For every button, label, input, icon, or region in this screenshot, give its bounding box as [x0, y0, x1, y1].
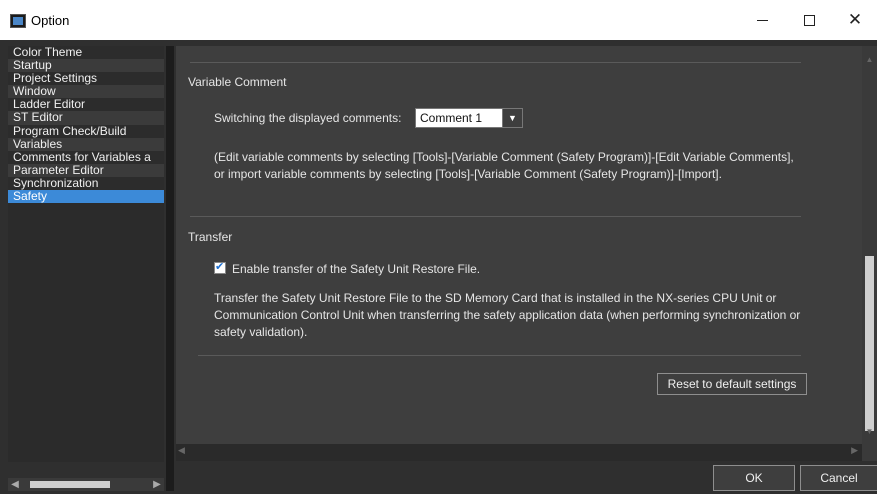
close-button[interactable]: ✕ [832, 0, 877, 40]
sidebar-item-ladder-editor[interactable]: Ladder Editor [8, 98, 164, 112]
scroll-up-icon[interactable]: ▲ [862, 54, 877, 66]
comment-select-value[interactable]: Comment 1 [416, 109, 502, 127]
ok-button[interactable]: OK [713, 465, 795, 491]
switch-comments-label: Switching the displayed comments: [214, 111, 402, 125]
maximize-icon [803, 14, 815, 26]
sidebar-horizontal-scrollbar[interactable]: ◀ ▶ [8, 478, 164, 491]
sidebar-item-program-check-build[interactable]: Program Check/Build [8, 124, 164, 138]
close-icon: ✕ [847, 10, 863, 30]
divider [190, 62, 801, 63]
window-title: Option [31, 13, 70, 28]
divider [190, 216, 801, 217]
minimize-button[interactable] [739, 0, 785, 40]
sidebar-item-window[interactable]: Window [8, 85, 164, 99]
transfer-description: Transfer the Safety Unit Restore File to… [214, 291, 801, 339]
title-bar: Option ✕ [0, 0, 877, 40]
divider [198, 355, 801, 356]
scroll-left-icon[interactable]: ◀ [8, 478, 22, 491]
scroll-down-icon[interactable]: ▼ [862, 426, 877, 438]
option-category-list: Color Theme Startup Project Settings Win… [8, 46, 164, 462]
scrollbar-thumb[interactable] [865, 256, 874, 431]
enable-transfer-checkbox[interactable] [214, 260, 226, 274]
sidebar-item-startup[interactable]: Startup [8, 59, 164, 73]
scroll-right-icon[interactable]: ▶ [150, 478, 164, 491]
reset-default-button[interactable]: Reset to default settings [657, 373, 807, 395]
sidebar-item-synchronization[interactable]: Synchronization [8, 176, 164, 191]
scroll-left-icon[interactable]: ◀ [178, 445, 185, 456]
pane-splitter[interactable] [166, 46, 174, 491]
variable-comment-note: (Edit variable comments by selecting [To… [214, 150, 794, 181]
scroll-right-icon[interactable]: ▶ [851, 445, 858, 456]
chevron-down-icon[interactable]: ▼ [502, 109, 522, 127]
sidebar-item-st-editor[interactable]: ST Editor [8, 111, 164, 125]
sidebar-item-project-settings[interactable]: Project Settings [8, 72, 164, 86]
comment-select[interactable]: Comment 1 ▼ [415, 108, 523, 128]
scrollbar-thumb[interactable] [30, 481, 110, 488]
variable-comment-heading: Variable Comment [188, 75, 287, 89]
cancel-button[interactable]: Cancel [800, 465, 877, 491]
enable-transfer-label[interactable]: Enable transfer of the Safety Unit Resto… [232, 262, 480, 276]
content-horizontal-scrollbar[interactable]: ◀ ▶ [176, 444, 862, 461]
sidebar-item-parameter-editor[interactable]: Parameter Editor [8, 163, 164, 177]
transfer-heading: Transfer [188, 230, 233, 244]
minimize-icon [756, 19, 768, 21]
sidebar-item-safety[interactable]: Safety [8, 190, 164, 204]
sidebar-item-comments-for-variables[interactable]: Comments for Variables a [8, 150, 164, 164]
app-icon [10, 14, 26, 28]
content-vertical-scrollbar[interactable]: ▲ ▼ [862, 46, 877, 461]
sidebar-item-variables[interactable]: Variables [8, 137, 164, 151]
sidebar-item-color-theme[interactable]: Color Theme [8, 46, 164, 60]
maximize-button[interactable] [786, 0, 832, 40]
